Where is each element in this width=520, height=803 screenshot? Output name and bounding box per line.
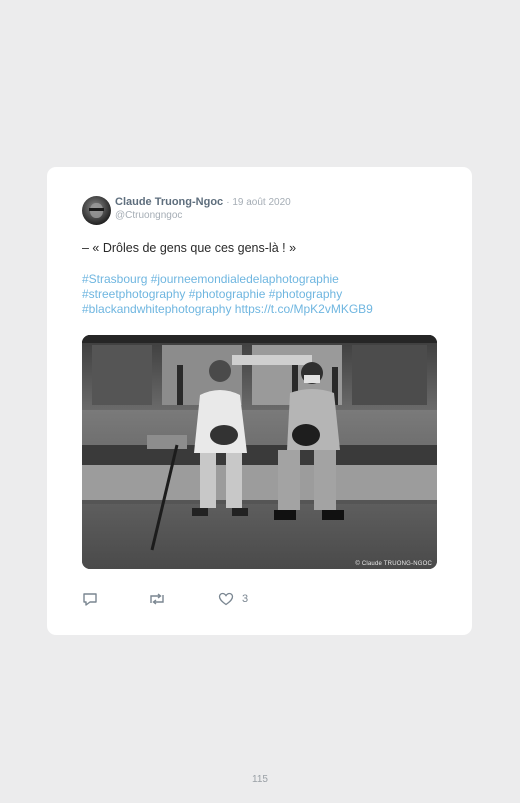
tweet-actions: 3 bbox=[82, 591, 282, 607]
hashtag-line[interactable]: #streetphotography #photographie #photog… bbox=[82, 287, 442, 302]
like-button[interactable]: 3 bbox=[218, 591, 248, 607]
hashtag-block: #Strasbourg #journeemondialedelaphotogra… bbox=[82, 272, 442, 317]
tweet-text: – « Drôles de gens que ces gens-là ! » bbox=[82, 241, 297, 255]
retweet-icon bbox=[148, 592, 166, 606]
street-photo-illustration bbox=[82, 335, 437, 569]
tweet-card: Claude Truong-Ngoc · 19 août 2020 @Ctruo… bbox=[47, 167, 472, 635]
reply-icon bbox=[82, 592, 98, 606]
author-line: Claude Truong-Ngoc · 19 août 2020 bbox=[115, 196, 291, 208]
reply-button[interactable] bbox=[82, 591, 98, 607]
avatar[interactable] bbox=[82, 196, 111, 225]
tweet-date[interactable]: · 19 août 2020 bbox=[226, 197, 291, 208]
like-count: 3 bbox=[242, 593, 249, 605]
hashtag-line[interactable]: #blackandwhitephotography https://t.co/M… bbox=[82, 302, 442, 317]
author-name[interactable]: Claude Truong-Ngoc bbox=[115, 196, 223, 208]
hashtag-line[interactable]: #Strasbourg #journeemondialedelaphotogra… bbox=[82, 272, 442, 287]
retweet-button[interactable] bbox=[148, 591, 166, 607]
author-handle[interactable]: @Ctruongngoc bbox=[115, 210, 182, 221]
avatar-glasses bbox=[89, 208, 104, 211]
page-number: 115 bbox=[252, 774, 268, 785]
photo-credit: © Claude TRUONG-NGOC bbox=[355, 561, 432, 567]
heart-icon bbox=[218, 592, 234, 606]
tweet-photo[interactable]: © Claude TRUONG-NGOC bbox=[82, 335, 437, 569]
